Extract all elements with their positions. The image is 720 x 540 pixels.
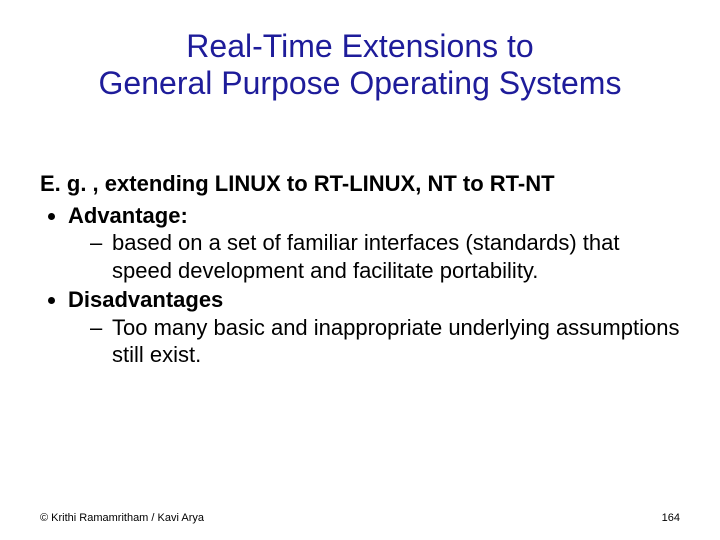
title-line-1: Real-Time Extensions to — [186, 28, 533, 64]
disadvantage-item: Too many basic and inappropriate underly… — [90, 314, 680, 369]
slide-title: Real-Time Extensions to General Purpose … — [0, 0, 720, 102]
page-number: 164 — [662, 512, 680, 524]
advantage-sublist: based on a set of familiar interfaces (s… — [68, 229, 680, 284]
slide-content: E. g. , extending LINUX to RT-LINUX, NT … — [40, 170, 680, 371]
bullet-disadvantage: Disadvantages Too many basic and inappro… — [68, 286, 680, 369]
slide: Real-Time Extensions to General Purpose … — [0, 0, 720, 540]
advantage-item: based on a set of familiar interfaces (s… — [90, 229, 680, 284]
footer-credit: © Krithi Ramamritham / Kavi Arya — [40, 512, 204, 524]
disadvantage-sublist: Too many basic and inappropriate underly… — [68, 314, 680, 369]
advantage-label: Advantage: — [68, 203, 188, 228]
bullet-list: Advantage: based on a set of familiar in… — [40, 202, 680, 369]
bullet-advantage: Advantage: based on a set of familiar in… — [68, 202, 680, 285]
title-line-2: General Purpose Operating Systems — [99, 65, 622, 101]
disadvantage-label: Disadvantages — [68, 287, 223, 312]
example-line: E. g. , extending LINUX to RT-LINUX, NT … — [40, 170, 680, 198]
